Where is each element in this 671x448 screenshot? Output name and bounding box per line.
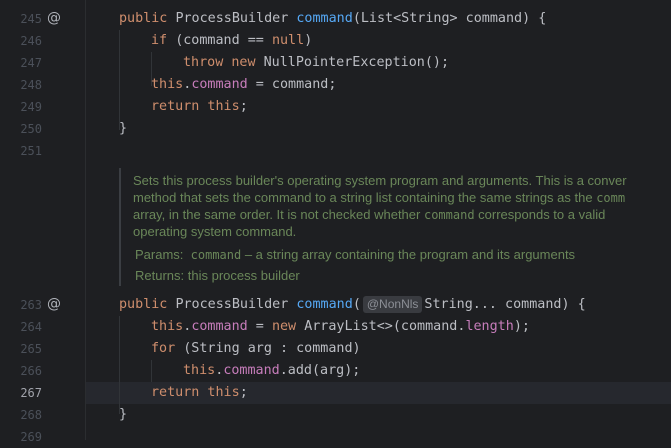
code-text: ( bbox=[352, 297, 361, 312]
line-number[interactable]: 247 bbox=[0, 52, 42, 74]
keyword: null bbox=[271, 33, 305, 48]
override-marker-icon[interactable]: @ bbox=[47, 7, 61, 29]
field: length bbox=[465, 319, 514, 334]
code-text: } bbox=[119, 121, 128, 136]
doc-code: command bbox=[423, 208, 475, 222]
code-text: (List<String> command) { bbox=[352, 11, 547, 26]
keyword: throw new bbox=[183, 55, 264, 70]
doc-text: Sets this process builder's operating sy… bbox=[133, 173, 627, 188]
keyword: this bbox=[151, 77, 184, 92]
line-number-current[interactable]: 267 bbox=[0, 382, 42, 404]
code-text: (command == bbox=[175, 33, 272, 48]
code-text: ; bbox=[239, 385, 248, 400]
doc-params: Params: command – a string array contain… bbox=[135, 246, 575, 264]
keyword: return this bbox=[151, 99, 240, 114]
doc-text: operating system command. bbox=[133, 224, 297, 239]
code-text: = bbox=[247, 319, 272, 334]
doc-returns: Returns: this process builder bbox=[135, 267, 300, 284]
code-line-268[interactable]: } bbox=[119, 404, 127, 426]
code-line-265[interactable]: for (String arg : command) bbox=[151, 338, 361, 360]
code-line-248[interactable]: this.command = command; bbox=[151, 74, 336, 96]
doc-line: operating system command. bbox=[133, 223, 296, 240]
line-number[interactable]: 264 bbox=[0, 316, 42, 338]
code-text: String... command) { bbox=[424, 297, 586, 312]
line-number[interactable]: 245 bbox=[0, 8, 42, 30]
field: command bbox=[191, 319, 248, 334]
doc-line: method that sets the command to a string… bbox=[133, 189, 625, 207]
field: command bbox=[191, 77, 248, 92]
line-number[interactable]: 251 bbox=[0, 140, 42, 162]
line-number[interactable]: 249 bbox=[0, 96, 42, 118]
code-text: ; bbox=[239, 99, 248, 114]
javadoc-bar bbox=[119, 168, 121, 286]
keyword: this bbox=[151, 319, 184, 334]
method-name: command bbox=[296, 297, 353, 312]
code-line-247[interactable]: throw new NullPointerException(); bbox=[183, 52, 449, 74]
code-line-263[interactable]: public ProcessBuilder command(@NonNls Str… bbox=[119, 294, 586, 316]
returns-desc: this process builder bbox=[187, 268, 300, 283]
code-text: ) bbox=[304, 33, 313, 48]
override-marker-icon[interactable]: @ bbox=[47, 293, 61, 315]
returns-label: Returns: bbox=[135, 268, 185, 283]
doc-text: corresponds to a valid bbox=[474, 207, 606, 222]
code-line-267[interactable]: return this; bbox=[151, 382, 248, 404]
code-line-245[interactable]: public ProcessBuilder command(List<Strin… bbox=[119, 8, 546, 30]
code-line-250[interactable]: } bbox=[119, 118, 127, 140]
keyword: for bbox=[151, 341, 184, 356]
code-text: ArrayList<>(command. bbox=[304, 319, 466, 334]
keyword: return this bbox=[151, 385, 240, 400]
line-number[interactable]: 265 bbox=[0, 338, 42, 360]
line-number[interactable]: 268 bbox=[0, 404, 42, 426]
code-text: NullPointerException(); bbox=[263, 55, 450, 70]
code-line-249[interactable]: return this; bbox=[151, 96, 248, 118]
field: command bbox=[223, 363, 280, 378]
code-text: .add(arg); bbox=[279, 363, 361, 378]
doc-code: comm bbox=[596, 191, 626, 205]
code-text: (String arg : command) bbox=[183, 341, 361, 356]
gutter-separator bbox=[85, 0, 86, 440]
line-number[interactable]: 266 bbox=[0, 360, 42, 382]
annotation-badge[interactable]: @NonNls bbox=[362, 296, 423, 313]
type: ProcessBuilder bbox=[175, 11, 297, 26]
line-number[interactable]: 263 bbox=[0, 294, 42, 316]
line-number[interactable]: 248 bbox=[0, 74, 42, 96]
code-line-246[interactable]: if (command == null) bbox=[151, 30, 312, 52]
keyword: public bbox=[119, 11, 176, 26]
doc-text: method that sets the command to a string… bbox=[133, 190, 597, 205]
line-number[interactable]: 269 bbox=[0, 426, 42, 448]
param-desc: – a string array containing the program … bbox=[241, 247, 576, 262]
indent-guide bbox=[119, 30, 120, 130]
line-number[interactable]: 250 bbox=[0, 118, 42, 140]
type: ProcessBuilder bbox=[175, 297, 297, 312]
code-text: = command; bbox=[247, 77, 337, 92]
method-name: command bbox=[296, 11, 353, 26]
keyword: this bbox=[183, 363, 216, 378]
code-text: ); bbox=[513, 319, 530, 334]
indent-guide bbox=[119, 316, 120, 414]
param-name: command bbox=[190, 248, 242, 262]
keyword: new bbox=[271, 319, 305, 334]
line-number[interactable]: 246 bbox=[0, 30, 42, 52]
keyword: public bbox=[119, 297, 176, 312]
code-line-266[interactable]: this.command.add(arg); bbox=[183, 360, 360, 382]
doc-line: array, in the same order. It is not chec… bbox=[133, 206, 605, 224]
doc-text: array, in the same order. It is not chec… bbox=[133, 207, 424, 222]
params-label: Params: bbox=[135, 247, 184, 262]
code-line-264[interactable]: this.command = new ArrayList<>(command.l… bbox=[151, 316, 530, 338]
keyword: if bbox=[151, 33, 176, 48]
indent-guide bbox=[151, 360, 152, 382]
code-text: } bbox=[119, 407, 128, 422]
doc-line: Sets this process builder's operating sy… bbox=[133, 172, 627, 189]
